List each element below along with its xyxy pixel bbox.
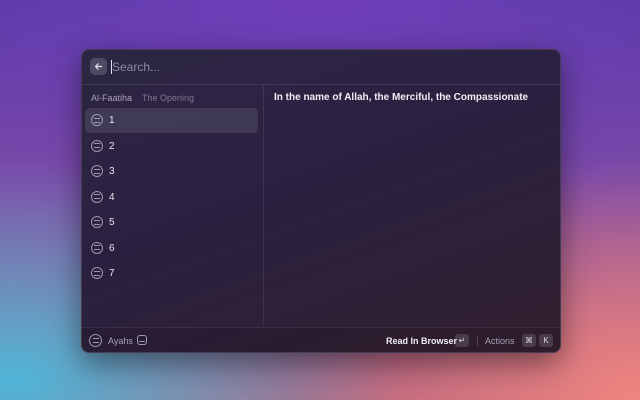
search-bar bbox=[82, 50, 560, 85]
list-item-label: 7 bbox=[109, 268, 115, 279]
quran-icon bbox=[91, 267, 103, 279]
read-in-browser-button[interactable]: Read In Browser bbox=[386, 336, 457, 346]
section-title: Al-Faatiha bbox=[91, 93, 133, 103]
quran-icon bbox=[91, 216, 103, 228]
section-subtitle: The Opening bbox=[142, 93, 195, 103]
list-item[interactable]: 5 bbox=[85, 210, 258, 235]
quran-icon bbox=[91, 165, 103, 177]
command-key-hint: ⌘ bbox=[522, 334, 536, 347]
quran-icon bbox=[89, 334, 102, 347]
ayah-list: 1 2 3 4 5 6 7 bbox=[85, 108, 258, 287]
enter-key-hint: ↵ bbox=[455, 334, 469, 347]
list-item[interactable]: 3 bbox=[85, 159, 258, 184]
list-item[interactable]: 4 bbox=[85, 185, 258, 210]
search-input[interactable] bbox=[112, 58, 532, 76]
quran-icon bbox=[91, 114, 103, 126]
back-button[interactable] bbox=[90, 58, 107, 75]
command-palette-window: Al-Faatiha The Opening 1 2 3 4 5 bbox=[81, 49, 561, 353]
list-item-label: 5 bbox=[109, 217, 115, 228]
tray-icon[interactable] bbox=[137, 335, 147, 345]
list-item[interactable]: 7 bbox=[85, 261, 258, 286]
list-item[interactable]: 6 bbox=[85, 236, 258, 261]
list-item-label: 2 bbox=[109, 140, 115, 152]
quran-icon bbox=[91, 190, 103, 203]
quran-icon bbox=[91, 139, 103, 152]
actions-button[interactable]: Actions bbox=[485, 336, 515, 346]
ayah-list-pane: Al-Faatiha The Opening 1 2 3 4 5 6 7 bbox=[82, 85, 264, 326]
footer-bar: Ayahs Read In Browser ↵ Actions ⌘ K bbox=[82, 327, 560, 352]
k-key-hint: K bbox=[539, 334, 553, 347]
list-item[interactable]: 1 bbox=[85, 108, 258, 133]
list-item-label: 6 bbox=[109, 242, 115, 254]
list-item-label: 3 bbox=[109, 166, 115, 177]
list-item-label: 1 bbox=[109, 115, 115, 126]
arrow-left-icon bbox=[94, 63, 103, 70]
ayah-detail-text: In the name of Allah, the Merciful, the … bbox=[274, 92, 529, 103]
footer-divider bbox=[477, 336, 478, 346]
list-item-label: 4 bbox=[109, 191, 115, 203]
footer-title: Ayahs bbox=[108, 336, 133, 346]
section-header: Al-Faatiha The Opening bbox=[91, 93, 194, 103]
quran-icon bbox=[91, 241, 103, 254]
list-item[interactable]: 2 bbox=[85, 134, 258, 159]
